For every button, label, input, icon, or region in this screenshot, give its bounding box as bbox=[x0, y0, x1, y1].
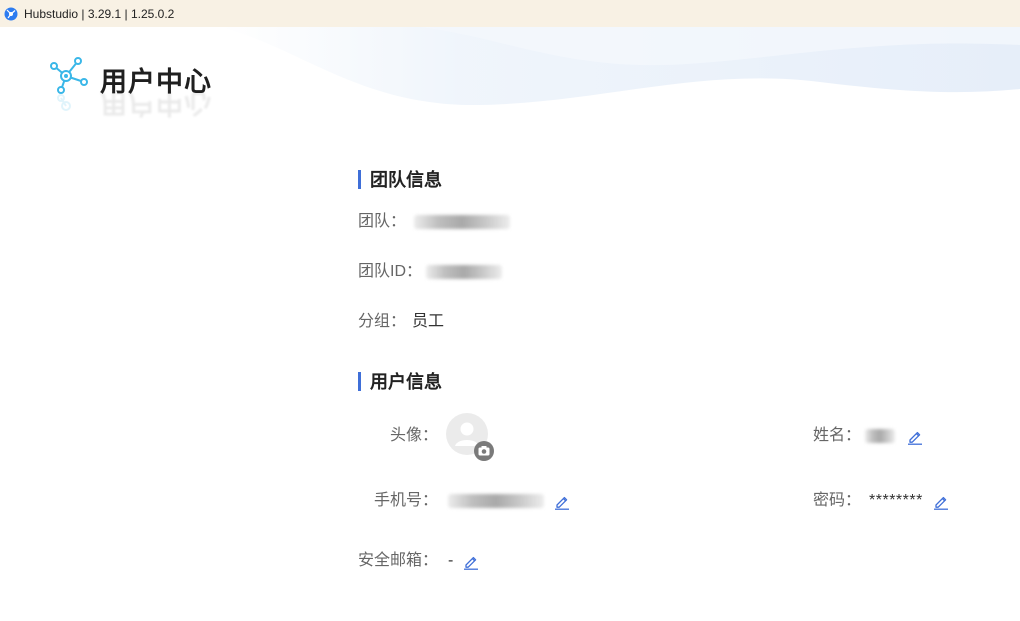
hubstudio-logo-icon bbox=[4, 7, 18, 20]
team-row: 团队： bbox=[358, 212, 511, 232]
phone-label: 手机号： bbox=[374, 492, 439, 509]
password-label: 密码： bbox=[813, 492, 862, 509]
name-label: 姓名： bbox=[813, 427, 862, 444]
team-label: 团队： bbox=[358, 213, 407, 230]
pencil-edit-icon[interactable] bbox=[933, 493, 949, 510]
team-id-value-redacted bbox=[426, 265, 503, 279]
user-info-heading: 用户信息 bbox=[358, 371, 442, 393]
group-value: 员工 bbox=[412, 313, 445, 330]
team-info-heading: 团队信息 bbox=[358, 169, 442, 191]
name-value-redacted bbox=[865, 429, 896, 443]
name-row: 姓名： bbox=[813, 426, 923, 446]
team-id-row: 团队ID： bbox=[358, 262, 503, 282]
pencil-edit-icon[interactable] bbox=[463, 553, 479, 570]
email-label: 安全邮箱： bbox=[358, 552, 439, 569]
pencil-edit-icon[interactable] bbox=[907, 428, 923, 445]
team-id-label: 团队ID： bbox=[358, 263, 423, 280]
phone-value-redacted bbox=[448, 494, 545, 508]
group-label: 分组： bbox=[358, 313, 407, 330]
password-value: ******** bbox=[869, 492, 923, 509]
password-row: 密码： ******** bbox=[813, 491, 949, 511]
window-title: Hubstudio | 3.29.1 | 1.25.0.2 bbox=[24, 6, 175, 21]
team-value-redacted bbox=[414, 215, 511, 229]
email-row: 安全邮箱： - bbox=[358, 551, 479, 571]
page-header: 用户中心 用户中心 bbox=[46, 54, 212, 118]
group-row: 分组： 员工 bbox=[358, 312, 444, 332]
avatar-label: 头像： bbox=[390, 427, 439, 444]
user-avatar-icon[interactable] bbox=[446, 413, 494, 461]
pencil-edit-icon[interactable] bbox=[554, 493, 570, 510]
phone-row: 手机号： bbox=[374, 491, 570, 511]
camera-icon[interactable] bbox=[474, 441, 494, 461]
avatar-row: 头像： bbox=[390, 426, 438, 446]
window-titlebar: Hubstudio | 3.29.1 | 1.25.0.2 bbox=[0, 0, 1020, 27]
email-value: - bbox=[448, 552, 454, 569]
page-title: 用户中心 用户中心 bbox=[100, 60, 212, 118]
network-nodes-icon bbox=[50, 57, 88, 111]
